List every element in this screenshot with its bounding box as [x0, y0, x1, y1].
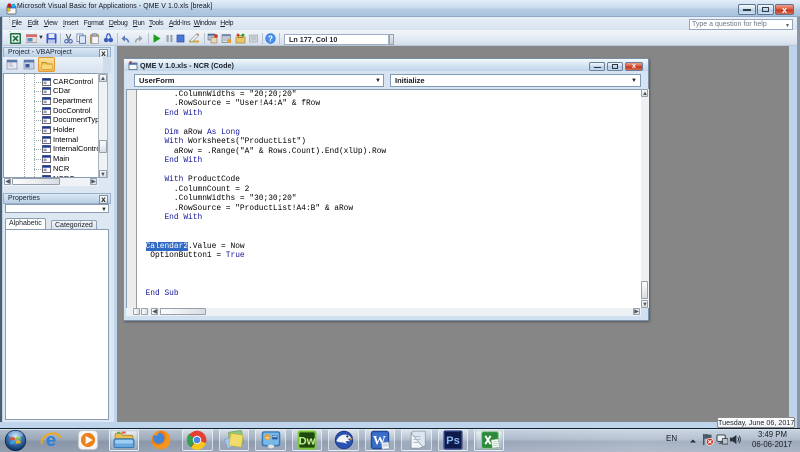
- svg-text:?: ?: [268, 34, 273, 43]
- svg-text:e: e: [46, 429, 57, 450]
- svg-text:Ps: Ps: [446, 435, 460, 447]
- svg-text:Dw: Dw: [299, 435, 316, 447]
